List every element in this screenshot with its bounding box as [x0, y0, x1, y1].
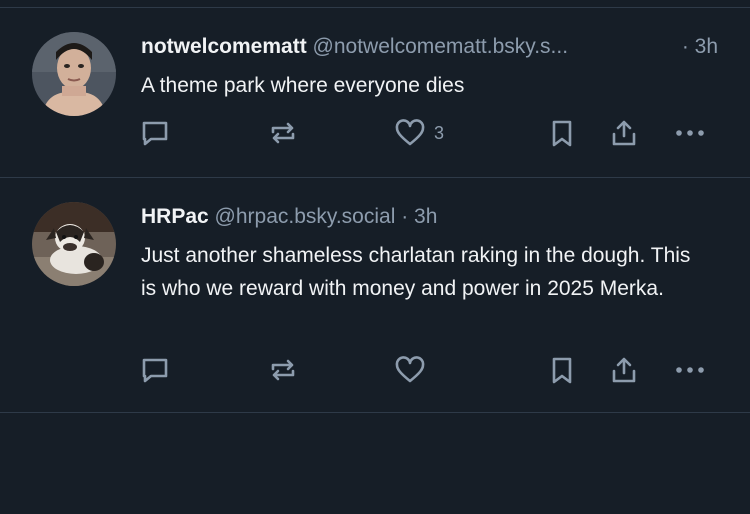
handle[interactable]: @notwelcomematt.bsky.s... [313, 35, 569, 58]
share-upload-icon [612, 120, 636, 146]
avatar[interactable] [32, 202, 116, 286]
repost-arrows-icon [271, 359, 295, 381]
post-divider [0, 412, 750, 413]
like-button[interactable]: 3 [394, 116, 444, 150]
speech-bubble-icon [142, 358, 168, 383]
ellipsis-icon [676, 130, 704, 136]
dog-photo [32, 202, 116, 286]
post-text: A theme park where everyone dies [141, 74, 465, 97]
post-text: Just another shameless charlatan raking … [141, 244, 691, 300]
more-options-button[interactable] [673, 116, 707, 150]
ellipsis-icon [676, 367, 704, 373]
share-upload-icon [612, 357, 636, 383]
heart-icon [395, 356, 425, 383]
post-header: HRPac @hrpac.bsky.social · 3h [141, 204, 437, 230]
avatar[interactable] [32, 32, 116, 116]
reply-button[interactable] [139, 353, 171, 387]
repost-button[interactable] [267, 116, 299, 150]
display-name[interactable]: HRPac [141, 205, 209, 228]
share-button[interactable] [608, 353, 640, 387]
bookmark-icon [552, 120, 572, 147]
post-header: notwelcomematt @notwelcomematt.bsky.s... [141, 34, 568, 60]
display-name[interactable]: notwelcomematt [141, 35, 307, 58]
reply-button[interactable] [139, 116, 171, 150]
like-button[interactable] [394, 353, 434, 387]
repost-button[interactable] [267, 353, 299, 387]
bookmark-button[interactable] [546, 353, 578, 387]
handle[interactable]: @hrpac.bsky.social [215, 205, 396, 228]
post-item[interactable]: notwelcomematt @notwelcomematt.bsky.s...… [0, 0, 750, 178]
like-count: 3 [434, 122, 445, 143]
post-time[interactable]: · 3h [682, 34, 718, 60]
post-item[interactable]: HRPac @hrpac.bsky.social · 3h Just anoth… [0, 178, 750, 413]
post-actions: 3 [0, 116, 750, 150]
heart-icon [395, 119, 425, 146]
speech-bubble-icon [142, 121, 168, 146]
bookmark-icon [552, 357, 572, 384]
person-photo [32, 32, 116, 116]
post-actions [0, 353, 750, 387]
more-options-button[interactable] [673, 353, 707, 387]
share-button[interactable] [608, 116, 640, 150]
repost-arrows-icon [271, 122, 295, 144]
bookmark-button[interactable] [546, 116, 578, 150]
post-time[interactable]: · 3h [401, 205, 437, 228]
